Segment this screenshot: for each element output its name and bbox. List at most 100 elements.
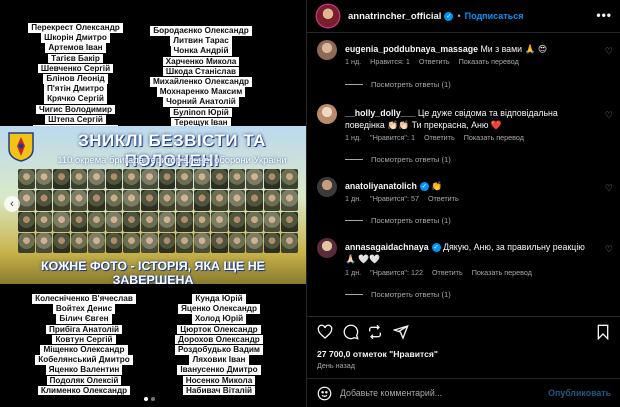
soldier-portrait — [176, 190, 193, 211]
soldier-portrait — [211, 232, 228, 253]
heart-icon[interactable]: ♡ — [605, 244, 613, 255]
post-image[interactable]: Перекрест Олександр Шкорін Дмитро Артемов … — [0, 0, 306, 407]
names-list-top-left: Перекрест Олександр Шкорін Дмитро Артемов … — [28, 23, 123, 135]
comment-icon[interactable] — [343, 324, 359, 340]
soldier-portrait — [281, 190, 298, 211]
soldier-portrait — [35, 190, 53, 211]
soldier-portrait — [105, 232, 123, 253]
soldier-portrait — [176, 211, 193, 232]
soldier-portrait — [158, 232, 176, 253]
reply-button[interactable]: Ответить — [428, 194, 459, 203]
likes-count[interactable]: 27 700,0 отметок "Нравится" — [317, 349, 438, 359]
soldier-portrait — [18, 169, 35, 190]
comment-time: 1 нд. — [345, 57, 362, 66]
comment-likes[interactable]: "Нравится": 122 — [370, 268, 423, 277]
soldier-portrait — [158, 169, 176, 190]
soldier-portrait — [18, 232, 35, 253]
chevron-left-icon[interactable]: ‹ — [4, 196, 20, 212]
comment-username[interactable]: eugenia_poddubnaya_massage — [345, 44, 478, 54]
emoji-icon[interactable] — [317, 386, 332, 401]
soldier-name: Мохнаренко Максим — [156, 87, 246, 97]
banner-subtitle: 110 окрема бригада територіальної оборон… — [57, 154, 287, 165]
view-replies-label: Посмотреть ответы (1) — [371, 80, 451, 89]
translate-button[interactable]: Показать перевод — [472, 268, 532, 277]
comment-meta: 1 нд. "Нравится": 1 Ответить Показать перев… — [345, 133, 533, 142]
reply-button[interactable]: Ответить — [419, 57, 450, 66]
more-options-icon[interactable]: ••• — [596, 8, 612, 22]
soldier-name: Іванусенко Дмитро — [177, 365, 261, 375]
commenter-avatar[interactable] — [317, 40, 337, 60]
comment-input[interactable] — [340, 388, 549, 398]
view-replies-button[interactable]: Посмотреть ответы (1) — [345, 290, 451, 299]
comment-likes[interactable]: "Нравится": 1 — [370, 133, 415, 142]
carousel-dot[interactable] — [144, 397, 148, 401]
save-icon[interactable] — [595, 324, 611, 340]
soldier-name: Яценко Валентин — [45, 365, 123, 375]
comment-username[interactable]: anatoliyanatolich — [345, 181, 417, 191]
share-icon[interactable] — [393, 324, 409, 340]
view-replies-button[interactable]: Посмотреть ответы (1) — [345, 216, 451, 225]
comment-time: 1 дн. — [345, 268, 362, 277]
soldier-portrait — [228, 232, 246, 253]
heart-icon[interactable]: ♡ — [605, 46, 613, 57]
reply-button[interactable]: Ответить — [424, 133, 455, 142]
soldier-name: Штепа Сергій — [45, 114, 106, 125]
soldier-portrait — [263, 190, 281, 211]
author-username[interactable]: annatrincher_official — [348, 11, 441, 22]
comment-username[interactable]: annasagaidachnaya — [345, 242, 429, 252]
soldier-portrait — [70, 232, 88, 253]
translate-button[interactable]: Показать перевод — [459, 57, 519, 66]
soldier-name: Шевченко Сергій — [37, 63, 114, 74]
soldier-photo-grid — [18, 169, 298, 253]
reply-button[interactable]: Ответить — [432, 268, 463, 277]
comment-text: Ми з вами 🙏 😍 — [480, 44, 548, 54]
comment-likes[interactable]: "Нравится": 57 — [370, 194, 419, 203]
view-replies-button[interactable]: Посмотреть ответы (1) — [345, 80, 451, 89]
banner: ЗНИКЛІ БЕЗВІСТИ ТА ПОЛОНЕНІ 110 окрема б… — [0, 126, 306, 284]
soldier-name: Перекрест Олександр — [28, 23, 123, 33]
soldier-portrait — [228, 211, 246, 232]
comment-text: 👏 — [431, 181, 443, 191]
heart-icon[interactable]: ♡ — [605, 110, 613, 121]
soldier-name: Прибіга Анатолій — [45, 324, 123, 335]
comment-meta: 1 нд. Нравится: 1 Ответить Показать перевод — [345, 57, 528, 66]
soldier-portrait — [193, 232, 211, 253]
soldier-portrait — [140, 190, 158, 211]
publish-button[interactable]: Опубликовать — [548, 388, 611, 398]
heart-icon[interactable]: ♡ — [605, 183, 613, 194]
translate-button[interactable]: Показать перевод — [464, 133, 524, 142]
heart-icon[interactable] — [317, 324, 333, 340]
names-list-bottom-left: Колесніченко В'ячеслав Войтех Денис Білич … — [28, 294, 140, 396]
post-date: День назад — [317, 361, 355, 370]
names-list-bottom-right: Кунда Юрій Яценко Олександр Холод Юрій Цюрт… — [164, 294, 274, 396]
follow-button[interactable]: Подписаться — [465, 11, 524, 21]
repost-icon[interactable] — [367, 324, 383, 340]
comment-time: 1 нд. — [345, 133, 362, 142]
soldier-name: Войтех Денис — [52, 304, 116, 314]
soldier-name: Литвин Тарас — [170, 36, 232, 46]
author-avatar[interactable] — [317, 5, 339, 27]
soldier-portrait — [123, 190, 140, 211]
commenter-avatar[interactable] — [317, 177, 337, 197]
soldier-portrait — [105, 211, 123, 232]
comment-username[interactable]: __holly_dolly___ — [345, 108, 415, 118]
view-replies-label: Посмотреть ответы (1) — [371, 155, 451, 164]
soldier-portrait — [228, 169, 246, 190]
comment-likes[interactable]: Нравится: 1 — [370, 57, 410, 66]
soldier-portrait — [88, 232, 105, 253]
soldier-name: Чигис Володимир — [35, 104, 116, 115]
carousel-dots — [144, 397, 155, 401]
view-replies-button[interactable]: Посмотреть ответы (1) — [345, 155, 451, 164]
soldier-portrait — [35, 232, 53, 253]
soldier-name: Ковтун Сергій — [52, 334, 116, 345]
soldier-portrait — [246, 169, 263, 190]
commenter-avatar[interactable] — [317, 238, 337, 258]
soldier-name: Тагієв Бакір — [48, 53, 103, 64]
soldier-portrait — [211, 190, 228, 211]
carousel-dot[interactable] — [151, 397, 155, 401]
soldier-name: Харченко Микола — [162, 56, 240, 67]
commenter-avatar[interactable] — [317, 104, 337, 124]
soldier-portrait — [88, 190, 105, 211]
soldier-portrait — [246, 232, 263, 253]
comments-panel: annatrincher_official ✓ • Подписаться ••… — [306, 0, 620, 407]
